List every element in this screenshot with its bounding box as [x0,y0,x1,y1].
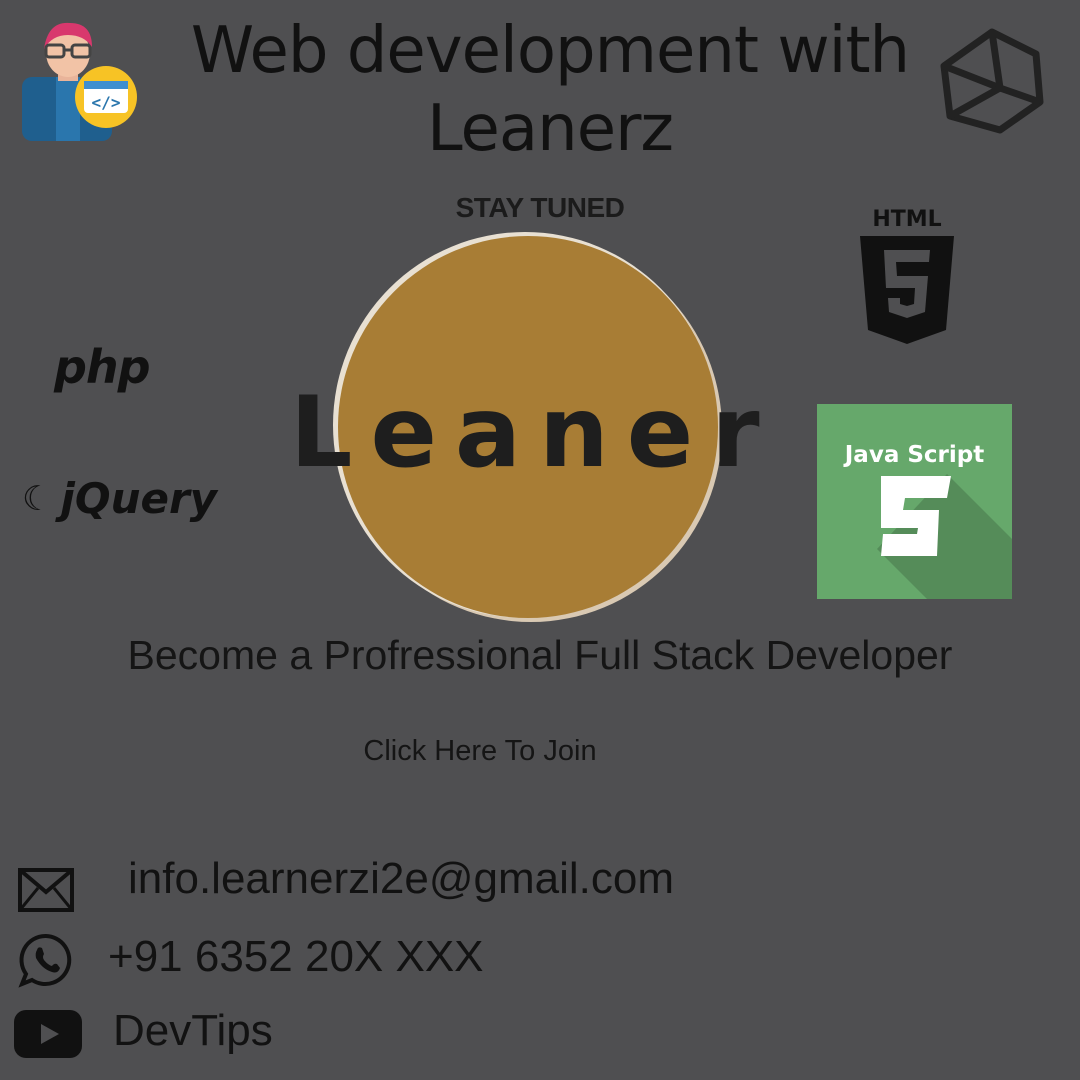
youtube-channel-text[interactable]: DevTips [113,1006,273,1056]
jquery-swirl-icon: ☾ [22,478,53,519]
title-line-1: Web development with [190,14,910,88]
javascript-badge: Java Script [817,404,1012,599]
phone-text[interactable]: +91 6352 20X XXX [108,932,484,982]
title-line-2: Leanerz [427,92,674,166]
brand-wordmark-text: Leanerz [290,378,780,488]
page-title: Web development with Leanerz [100,12,1000,168]
php-logo: php [54,340,151,394]
whatsapp-icon [18,932,74,988]
join-link[interactable]: Click Here To Join [330,735,630,768]
html-label: HTML [872,207,941,232]
subtitle: Become a Profressional Full Stack Develo… [127,632,953,678]
polyhedron-logo-icon [936,26,1048,138]
html5-shield-icon: HTML [858,206,956,346]
jquery-label: jQuery [60,474,218,523]
mail-icon [18,868,74,912]
email-text[interactable]: info.learnerzi2e@gmail.com [128,854,674,904]
youtube-icon [14,1010,82,1058]
brand-wordmark: Leanerz [290,376,835,490]
stay-tuned-label: STAY TUNED [455,192,625,223]
jquery-logo: ☾ jQuery [22,474,217,523]
